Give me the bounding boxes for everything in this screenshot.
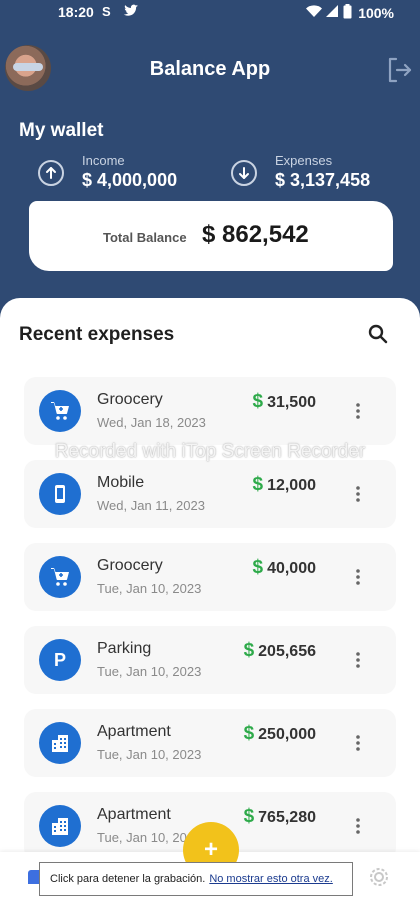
expense-amount: $765,280 (244, 806, 316, 828)
expense-amount-value: 12,000 (267, 477, 316, 494)
expense-date: Wed, Jan 11, 2023 (97, 498, 205, 513)
phone-icon (39, 473, 81, 515)
more-vert-icon[interactable] (350, 484, 366, 504)
total-balance-card: Total Balance $ 862,542 (29, 201, 393, 271)
building-icon (39, 722, 81, 764)
expense-amount-value: 205,656 (258, 643, 316, 660)
more-vert-icon[interactable] (350, 567, 366, 587)
wallet-title: My wallet (19, 120, 104, 141)
expenses-label: Expenses (275, 153, 333, 168)
income-label: Income (82, 153, 125, 168)
signal-icon (326, 5, 339, 21)
battery-icon (343, 4, 352, 22)
expenses-value: $ 3,137,458 (275, 170, 371, 190)
notification-s-icon: S (102, 4, 111, 19)
expense-list-item[interactable]: Groocery Wed, Jan 18, 2023 $31,500 (24, 377, 396, 445)
expense-list-item[interactable]: Groocery Tue, Jan 10, 2023 $40,000 (24, 543, 396, 611)
twitter-icon (123, 4, 139, 21)
expense-date: Tue, Jan 10, 2023 (97, 581, 202, 596)
expense-date: Tue, Jan 10, 20 (97, 830, 187, 845)
arrow-up-icon (38, 160, 64, 186)
settings-icon[interactable] (368, 866, 390, 888)
income-value: $ 4,000,000 (82, 170, 178, 190)
tooltip-dismiss-link[interactable]: No mostrar esto otra vez. (209, 873, 333, 885)
building-icon (39, 805, 81, 847)
expense-name: Apartment (97, 723, 171, 740)
parking-icon: P (39, 639, 81, 681)
expense-amount: $40,000 (252, 557, 316, 579)
recorder-tooltip[interactable]: Click para detener la grabación. No most… (39, 862, 353, 896)
svg-text:P: P (54, 650, 66, 670)
search-icon[interactable] (366, 322, 390, 346)
expense-list-item[interactable]: Apartment Tue, Jan 10, 2023 $250,000 (24, 709, 396, 777)
expense-amount-value: 765,280 (258, 809, 316, 826)
dollar-sign: $ (252, 557, 264, 578)
expense-date: Tue, Jan 10, 2023 (97, 747, 202, 762)
expense-amount-value: 31,500 (267, 394, 316, 411)
battery-percent: 100% (358, 5, 394, 21)
dollar-sign: $ (243, 640, 255, 661)
dollar-sign: $ (252, 391, 264, 412)
more-vert-icon[interactable] (350, 733, 366, 753)
tooltip-text: Click para detener la grabación. (50, 873, 206, 885)
page-title: Balance App (149, 58, 271, 80)
total-balance-label: Total Balance (103, 230, 187, 245)
status-right-group: 100% (306, 4, 394, 22)
expense-amount: $250,000 (244, 723, 316, 745)
cart-icon (39, 556, 81, 598)
wifi-icon (306, 5, 323, 21)
recent-expenses-title: Recent expenses (19, 324, 175, 345)
status-time: 18:20 (58, 4, 94, 20)
expense-name: Groocery (97, 391, 163, 408)
expense-name: Mobile (97, 474, 145, 491)
dollar-sign: $ (243, 723, 255, 744)
total-balance-value: $ 862,542 (202, 221, 309, 248)
more-vert-icon[interactable] (350, 816, 366, 836)
dollar-sign: $ (252, 474, 264, 495)
cart-icon (39, 390, 81, 432)
more-vert-icon[interactable] (350, 650, 366, 670)
expense-amount: $31,500 (252, 391, 316, 413)
expense-list-item[interactable]: Mobile Wed, Jan 11, 2023 $12,000 (24, 460, 396, 528)
expense-name: Apartment (97, 806, 171, 823)
expense-list-item[interactable]: P Parking Tue, Jan 10, 2023 $205,656 (24, 626, 396, 694)
expense-amount-value: 40,000 (267, 560, 316, 577)
expense-amount: $12,000 (252, 474, 316, 496)
expense-amount: $205,656 (244, 640, 316, 662)
expense-date: Tue, Jan 10, 2023 (97, 664, 202, 679)
expense-name: Groocery (97, 557, 163, 574)
status-bar: 18:20 S 100% (0, 0, 420, 26)
dollar-sign: $ (243, 806, 255, 827)
expense-amount-value: 250,000 (258, 726, 316, 743)
expense-date: Wed, Jan 18, 2023 (97, 415, 206, 430)
more-vert-icon[interactable] (350, 401, 366, 421)
expense-name: Parking (97, 640, 152, 657)
arrow-down-icon (231, 160, 257, 186)
logout-icon[interactable] (385, 56, 413, 84)
